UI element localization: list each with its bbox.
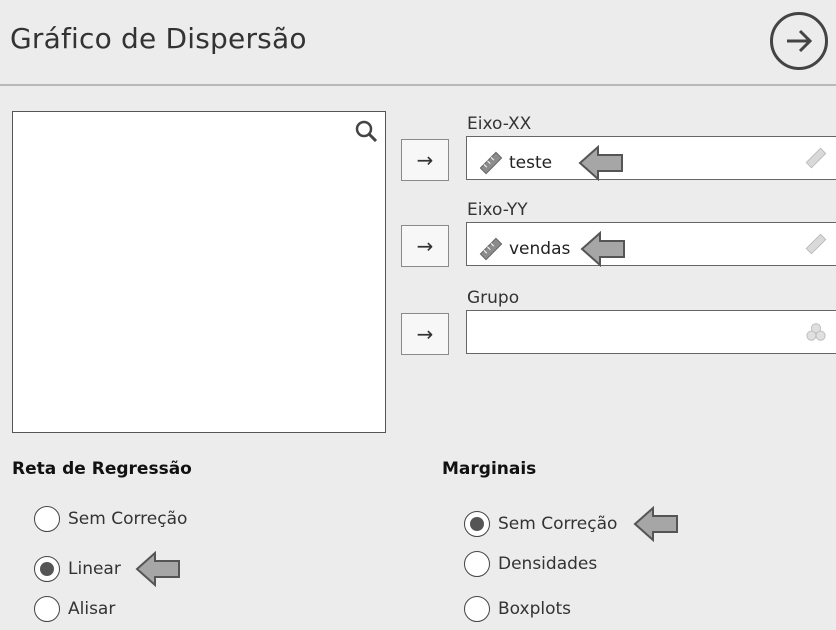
regression-option-smooth[interactable]: Alisar	[34, 596, 115, 622]
y-axis-label: Eixo-YY	[467, 200, 528, 220]
nominal-circles-icon	[806, 323, 826, 341]
regression-option-linear[interactable]: Linear	[34, 551, 181, 587]
variable-list[interactable]	[12, 111, 386, 433]
marginals-option-boxplots[interactable]: Boxplots	[464, 596, 571, 622]
marginals-option-densities[interactable]: Densidades	[464, 551, 597, 577]
radio-button[interactable]	[34, 556, 60, 582]
radio-label: Sem Correção	[68, 509, 188, 529]
radio-label: Linear	[68, 559, 121, 579]
group-assign-button[interactable]: →	[401, 313, 449, 355]
ruler-icon	[805, 147, 827, 169]
arrow-right-circle-icon	[787, 29, 813, 53]
radio-label: Densidades	[498, 554, 598, 574]
ruler-icon	[805, 233, 827, 255]
y-axis-variable[interactable]: vendas	[479, 231, 626, 267]
radio-label: Boxplots	[498, 599, 572, 619]
radio-button[interactable]	[34, 506, 60, 532]
radio-button[interactable]	[34, 596, 60, 622]
x-axis-variable[interactable]: teste	[479, 145, 624, 181]
y-axis-assign-button[interactable]: →	[401, 225, 449, 267]
group-field[interactable]	[466, 310, 836, 354]
group-label: Grupo	[467, 288, 520, 308]
search-icon[interactable]	[355, 120, 377, 142]
radio-label: Sem Correção	[498, 514, 618, 534]
pointer-arrow-icon	[135, 551, 180, 587]
y-axis-variable-name: vendas	[509, 239, 571, 259]
header-divider	[0, 84, 836, 86]
marginals-title: Marginais	[442, 459, 537, 479]
run-button[interactable]	[770, 12, 828, 70]
radio-button[interactable]	[464, 511, 490, 537]
regression-title: Reta de Regressão	[12, 459, 192, 479]
marginals-option-none[interactable]: Sem Correção	[464, 506, 679, 542]
ruler-icon	[479, 237, 503, 261]
x-axis-variable-name: teste	[509, 153, 553, 173]
radio-button[interactable]	[464, 551, 490, 577]
regression-option-none[interactable]: Sem Correção	[34, 506, 187, 532]
x-axis-field[interactable]: teste	[466, 136, 836, 181]
page-title: Gráfico de Dispersão	[10, 22, 307, 55]
pointer-arrow-icon	[578, 145, 624, 181]
x-axis-assign-button[interactable]: →	[401, 139, 449, 181]
pointer-arrow-icon	[580, 231, 626, 267]
pointer-arrow-icon	[633, 506, 679, 542]
x-axis-label: Eixo-XX	[467, 114, 532, 134]
ruler-icon	[479, 151, 503, 175]
radio-label: Alisar	[68, 599, 116, 619]
radio-button[interactable]	[464, 596, 490, 622]
y-axis-field[interactable]: vendas	[466, 222, 836, 267]
